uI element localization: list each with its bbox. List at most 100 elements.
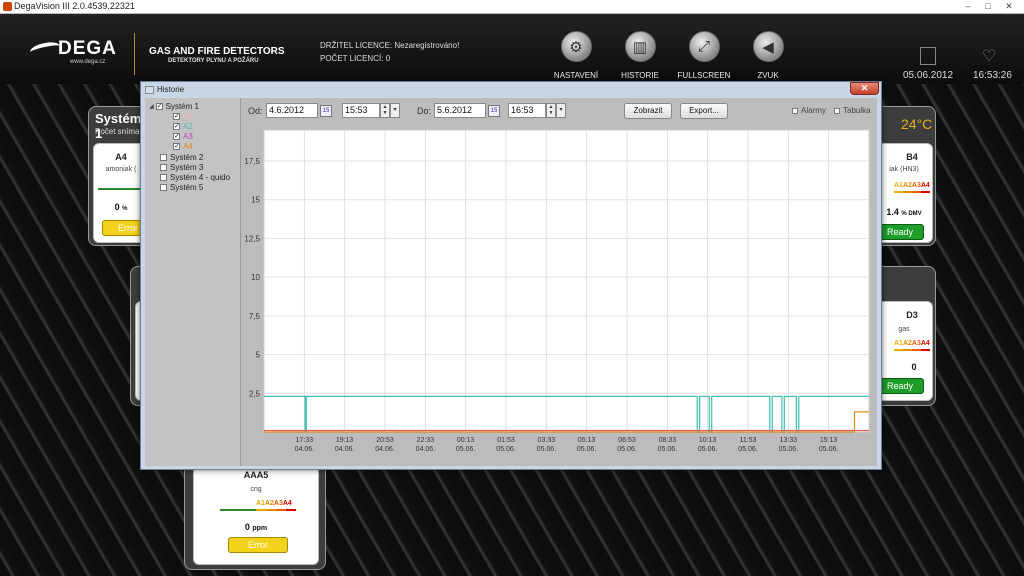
x-tick-label: 00:13 <box>457 437 475 444</box>
x-tick-date: 05.06. <box>617 446 637 453</box>
speaker-icon: ◀ <box>752 31 784 62</box>
current-time: 16:53:26 <box>973 70 1012 81</box>
from-time-field[interactable]: 15:53 <box>342 103 380 118</box>
temperature-readout: 24°C <box>901 116 933 132</box>
tree-item-a4[interactable]: ✓ A4 <box>173 142 193 151</box>
nav-sound-button[interactable]: ◀ ZVUK <box>738 31 798 80</box>
from-date-field[interactable]: 4.6.2012 <box>266 103 318 118</box>
nav-history-button[interactable]: ▥ HISTORIE <box>610 31 670 80</box>
y-tick-label: 10 <box>251 273 260 282</box>
close-window-button[interactable]: ✕ <box>998 0 1020 13</box>
calendar-icon[interactable]: 15 <box>320 105 332 117</box>
x-tick-date: 04.06. <box>416 446 436 453</box>
x-tick-date: 04.06. <box>295 446 315 453</box>
maximize-button[interactable]: □ <box>978 0 998 13</box>
alarms-toggle[interactable]: Alarmy <box>792 106 826 115</box>
table-toggle[interactable]: Tabulka <box>834 106 871 115</box>
document-icon[interactable] <box>920 47 936 65</box>
status-badge: Ready <box>876 224 924 240</box>
checkbox[interactable]: ✓ <box>173 143 180 150</box>
show-button[interactable]: Zobrazit <box>624 103 672 119</box>
checkbox[interactable]: ✓ <box>173 113 180 120</box>
x-tick-label: 15:13 <box>820 437 838 444</box>
nav-settings-button[interactable]: ⚙ NASTAVENÍ <box>546 31 606 80</box>
y-tick-label: 2,5 <box>249 389 261 398</box>
x-tick-label: 08:33 <box>659 437 677 444</box>
system-tree: ◢ ✓ Systém 1 ✓ A1 ✓ A2 ✓ A3 ✓ A4 Systém … <box>145 98 241 466</box>
system-card-right-lower: D3 gas A1A2A3A4 0 Ready <box>874 266 936 406</box>
export-button[interactable]: Export... <box>680 103 728 119</box>
tree-item-a3[interactable]: ✓ A3 <box>173 132 193 141</box>
x-tick-date: 04.06. <box>335 446 355 453</box>
license-count: POČET LICENCÍ: 0 <box>320 54 391 63</box>
brand-url: www.dega.cz <box>70 59 106 65</box>
checkbox[interactable]: ✓ <box>173 123 180 130</box>
bar-chart-icon: ▥ <box>624 31 656 62</box>
sensor-tile-aaa5[interactable]: AAA5 cng A1A2A3A4 0 ppm Error <box>193 461 319 565</box>
x-tick-date: 05.06. <box>537 446 557 453</box>
checkbox[interactable] <box>160 174 167 181</box>
nav-fullscreen-button[interactable]: ⤢ FULLSCREEN <box>674 31 734 80</box>
checkbox[interactable]: ✓ <box>155 103 163 110</box>
from-time-dropdown[interactable]: ▾ <box>390 103 400 118</box>
to-date-field[interactable]: 5.6.2012 <box>434 103 486 118</box>
x-tick-label: 22:33 <box>417 437 435 444</box>
x-tick-label: 19:13 <box>336 437 354 444</box>
x-tick-label: 05:13 <box>578 437 596 444</box>
collapse-icon[interactable]: ◢ <box>149 103 154 110</box>
tree-item-a1[interactable]: ✓ A1 <box>173 112 193 121</box>
sensor-count-label: Počet snímač <box>95 127 144 136</box>
y-tick-label: 5 <box>256 351 261 360</box>
sensor-tile-b4[interactable]: B4 iak (HN3) A1A2A3A4 1.4 % DMV Ready <box>875 143 933 243</box>
checkbox[interactable] <box>160 164 167 171</box>
sensor-tile-d3[interactable]: D3 gas A1A2A3A4 0 Ready <box>875 301 933 401</box>
tree-item-system-5[interactable]: Systém 5 <box>160 183 203 192</box>
tree-item-system-3[interactable]: Systém 3 <box>160 163 203 172</box>
x-tick-date: 05.06. <box>577 446 597 453</box>
tree-item-system-1[interactable]: ◢ ✓ Systém 1 <box>149 102 199 111</box>
to-time-dropdown[interactable]: ▾ <box>556 103 566 118</box>
x-tick-label: 06:53 <box>618 437 636 444</box>
x-tick-label: 11:53 <box>740 437 757 444</box>
history-chart: 2,5 5 7,5 10 12,5 15 17,5 17:33 04.06. 19:13 04.06… <box>242 128 877 466</box>
status-badge: Error <box>228 537 288 553</box>
tree-item-system-4[interactable]: Systém 4 - quido <box>160 173 230 182</box>
status-badge: Ready <box>876 378 924 394</box>
x-tick-date: 05.06. <box>496 446 516 453</box>
minimize-button[interactable]: – <box>958 0 978 13</box>
x-tick-date: 04.06. <box>375 446 395 453</box>
calendar-icon[interactable]: 15 <box>488 105 500 117</box>
app-icon <box>3 2 12 11</box>
product-title: GAS AND FIRE DETECTORS <box>149 46 285 57</box>
checkbox[interactable]: ✓ <box>173 133 180 140</box>
checkbox[interactable] <box>792 107 798 114</box>
y-tick-label: 15 <box>251 196 260 205</box>
to-time-field[interactable]: 16:53 <box>508 103 546 118</box>
history-dialog: Historie ✕ ◢ ✓ Systém 1 ✓ A1 ✓ A2 ✓ A3 ✓ <box>140 81 882 470</box>
x-tick-date: 05.06. <box>658 446 678 453</box>
dialog-title: Historie <box>157 85 185 94</box>
from-label: Od: <box>248 106 263 116</box>
tree-item-a2[interactable]: ✓ A2 <box>173 122 193 131</box>
checkbox[interactable] <box>834 107 840 114</box>
tree-item-system-2[interactable]: Systém 2 <box>160 153 203 162</box>
license-holder: DRŽITEL LICENCE: Nezaregistrováno! <box>320 41 460 50</box>
window-titlebar: DegaVision III 2.0.4539.22321 – □ ✕ <box>0 0 1024 14</box>
to-label: Do: <box>417 106 432 116</box>
system-card-left: Systém 1 Počet snímač A4 amoniak ( 0 % E… <box>88 106 154 246</box>
dega-logo: DEGA www.dega.cz <box>29 38 120 70</box>
brand-name: DEGA <box>58 38 117 59</box>
dialog-close-button[interactable]: ✕ <box>850 82 879 95</box>
heart-icon[interactable]: ♡ <box>982 46 996 66</box>
x-tick-date: 05.06. <box>456 446 476 453</box>
x-tick-date: 05.06. <box>738 446 758 453</box>
checkbox[interactable] <box>160 154 167 161</box>
nav-history-label: HISTORIE <box>621 71 659 80</box>
window-title: DegaVision III 2.0.4539.22321 <box>14 1 135 11</box>
alarm-levels: A1A2A3A4 <box>894 340 930 347</box>
to-time-spinner[interactable]: ▲ ▼ <box>546 103 556 118</box>
fullscreen-icon: ⤢ <box>688 31 720 62</box>
from-time-spinner[interactable]: ▲ ▼ <box>380 103 390 118</box>
checkbox[interactable] <box>160 184 167 191</box>
x-tick-label: 20:53 <box>376 437 394 444</box>
